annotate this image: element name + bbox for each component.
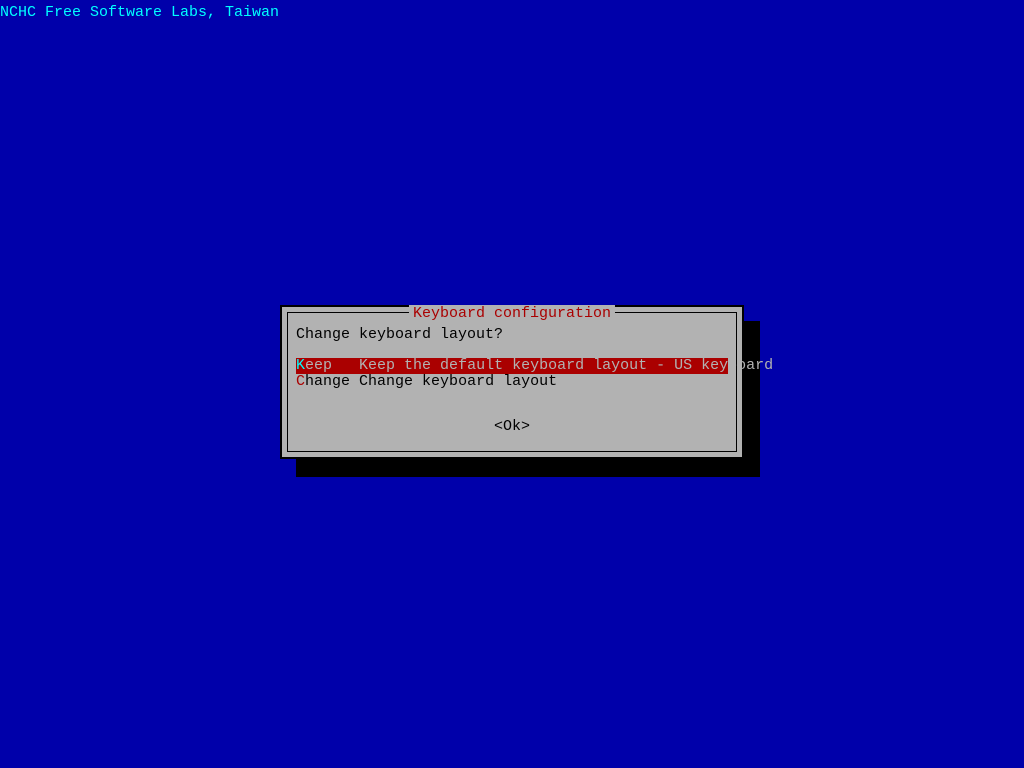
hotkey-letter: K <box>296 357 305 374</box>
menu-label-rest: eep <box>305 357 332 374</box>
ok-button[interactable]: <Ok> <box>494 418 530 435</box>
menu-list: Keep Keep the default keyboard layout - … <box>296 358 728 390</box>
dialog-prompt: Change keyboard layout? <box>296 326 503 343</box>
menu-item-keep[interactable]: Keep Keep the default keyboard layout - … <box>296 358 728 374</box>
menu-spacing <box>350 373 359 390</box>
header-org-text: NCHC Free Software Labs, Taiwan <box>0 4 279 21</box>
hotkey-letter: C <box>296 373 305 390</box>
menu-description: Keep the default keyboard layout - US ke… <box>359 357 773 374</box>
dialog-title: Keyboard configuration <box>409 305 615 322</box>
menu-spacing <box>332 357 359 374</box>
menu-description: Change keyboard layout <box>359 373 557 390</box>
menu-label-rest: hange <box>305 373 350 390</box>
menu-item-change[interactable]: Change Change keyboard layout <box>296 374 728 390</box>
keyboard-config-dialog: Keyboard configuration Change keyboard l… <box>280 305 744 459</box>
